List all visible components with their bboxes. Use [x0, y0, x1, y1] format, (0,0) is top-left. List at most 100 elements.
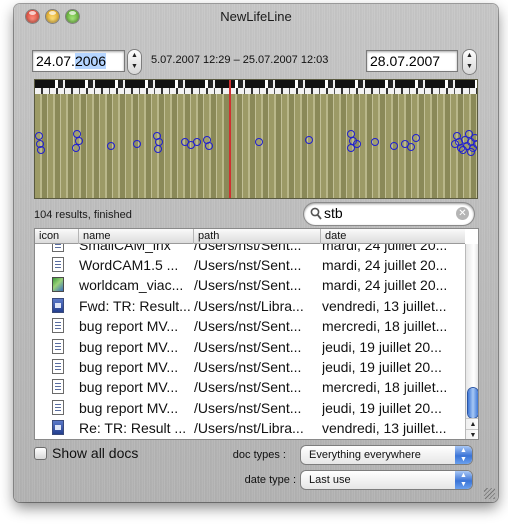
timeline-event-dot[interactable] [154, 145, 162, 153]
timeline-event-dot[interactable] [255, 138, 263, 146]
timeline-event-dot[interactable] [412, 134, 420, 142]
stepper-up-icon[interactable]: ▲ [128, 50, 141, 61]
visible-range-label: 5.07.2007 12:29 – 25.07.2007 12:03 [151, 54, 329, 66]
document-icon [52, 257, 64, 272]
row-path: /Users/nst/Sent... [194, 439, 319, 440]
column-header-name[interactable]: name [79, 229, 194, 244]
timeline-view[interactable] [34, 79, 478, 199]
column-header-icon[interactable]: icon [35, 229, 79, 244]
timeline-event-dot[interactable] [72, 144, 80, 152]
timeline-ruler [35, 80, 477, 88]
timeline-event-dot[interactable] [459, 146, 467, 154]
doc-types-value: Everything everywhere [309, 449, 421, 461]
row-name: WordCAM1.5 ... [79, 257, 179, 273]
row-icon-cell [35, 337, 77, 357]
show-all-docs-checkbox[interactable] [34, 447, 47, 460]
table-row[interactable]: WordCAM1.5 ... /Users/nst/Sent... mardi, 2… [35, 255, 465, 275]
document-icon [52, 338, 64, 354]
row-path: /Users/nst/Sent... [194, 399, 302, 416]
start-date-field[interactable]: 24.07.2006 [32, 50, 125, 72]
table-vertical-scrollbar[interactable]: ▲ ▼ [465, 244, 478, 439]
document-icon [52, 379, 64, 395]
results-table[interactable]: icon name path date SmallCAM_irix /Users… [34, 228, 479, 440]
start-date-year-selected: 2006 [74, 53, 107, 69]
row-date: mardi, 24 juillet 20... [322, 277, 448, 294]
app-window: NewLifeLine 24.07.2006 ▲ ▼ 5.07.2007 12:… [14, 4, 498, 502]
timeline-event-dot[interactable] [451, 140, 459, 148]
table-row[interactable]: bug report MV... /Users/nst/Sent... jeudi,… [35, 398, 465, 418]
timeline-event-dot[interactable] [133, 140, 141, 148]
row-icon-cell [35, 255, 77, 275]
stepper-up-icon[interactable]: ▲ [463, 50, 476, 61]
row-date: mercredi, 18 juillet... [322, 318, 448, 335]
timeline-event-dot[interactable] [37, 146, 45, 154]
row-path: /Users/nst/Sent... [194, 257, 302, 273]
row-date: mardi, 24 juillet 20... [322, 439, 467, 440]
row-icon-cell [35, 357, 77, 377]
title-bar[interactable]: NewLifeLine [14, 4, 498, 28]
row-icon-cell [35, 275, 77, 295]
clear-search-icon[interactable]: ✕ [456, 207, 469, 220]
row-date: vendredi, 13 juillet... [322, 420, 447, 437]
table-row[interactable]: CA functional .../Users/nst/Sent...mardi… [35, 439, 465, 440]
stepper-down-icon[interactable]: ▼ [463, 61, 476, 72]
scroll-down-icon[interactable]: ▼ [466, 429, 478, 439]
table-row[interactable]: bug report MV... /Users/nst/Sent... jeudi,… [35, 357, 465, 377]
results-status: 104 results, finished [34, 209, 132, 221]
timeline-event-dot[interactable] [107, 142, 115, 150]
row-path: /Users/nst/Sent... [194, 359, 302, 375]
table-row[interactable]: bug report MV... /Users/nst/Sent... jeudi,… [35, 337, 465, 357]
table-header: icon name path date [35, 229, 465, 244]
scrollbar-thumb[interactable] [468, 388, 478, 418]
date-type-value: Last use [309, 474, 351, 486]
select-arrows-icon: ▲ ▼ [455, 446, 472, 464]
search-field[interactable]: ✕ [304, 203, 474, 225]
column-header-path[interactable]: path [194, 229, 321, 244]
column-header-date[interactable]: date [321, 229, 465, 244]
row-icon-cell [35, 316, 77, 336]
table-row[interactable]: bug report MV... /Users/nst/Sent... mercre… [35, 377, 465, 397]
row-date: jeudi, 19 juillet 20... [322, 359, 442, 375]
timeline-event-dot[interactable] [371, 138, 379, 146]
table-row[interactable]: worldcam_viac... /Users/nst/Sent... mardi,… [35, 275, 465, 295]
table-row[interactable]: bug report MV... /Users/nst/Sent... mercre… [35, 316, 465, 336]
row-date: jeudi, 19 juillet 20... [322, 338, 442, 355]
scroll-up-icon[interactable]: ▲ [466, 418, 478, 429]
search-input[interactable] [324, 205, 444, 221]
doc-types-select[interactable]: Everything everywhere ▲ ▼ [301, 446, 472, 464]
row-name: Re: TR: Result ... [79, 420, 187, 437]
timeline-event-dot[interactable] [407, 143, 415, 151]
doc-types-label: doc types : [232, 449, 286, 461]
row-name: Fwd: TR: Result... [79, 297, 191, 314]
row-icon-cell [35, 439, 77, 440]
table-row[interactable]: Re: TR: Result ... /Users/nst/Libra... ven… [35, 418, 465, 438]
end-date-stepper[interactable]: ▲ ▼ [463, 50, 476, 74]
row-path: /Users/nst/Libra... [194, 420, 304, 437]
row-name: bug report MV... [79, 338, 179, 355]
timeline-event-dot[interactable] [473, 140, 477, 148]
row-icon-cell [35, 398, 77, 418]
timeline-event-dot[interactable] [193, 138, 201, 146]
row-date: jeudi, 19 juillet 20... [322, 399, 442, 416]
row-name: bug report MV... [79, 318, 179, 335]
end-date-field[interactable]: 28.07.2007 [366, 50, 458, 72]
row-path: /Users/nst/Sent... [194, 379, 302, 396]
timeline-event-dot[interactable] [205, 142, 213, 150]
timeline-event-dot[interactable] [353, 140, 361, 148]
date-type-label: date type : [244, 474, 296, 486]
table-row[interactable]: Fwd: TR: Result.../Users/nst/Libra... ven… [35, 296, 465, 316]
resize-grip-icon[interactable] [484, 488, 495, 499]
timeline-current-marker[interactable] [229, 80, 231, 198]
mail-icon [52, 297, 64, 313]
timeline-event-dot[interactable] [35, 132, 43, 140]
stepper-down-icon[interactable]: ▼ [128, 61, 141, 72]
timeline-event-dot[interactable] [305, 136, 313, 144]
date-type-select[interactable]: Last use ▲ ▼ [301, 471, 472, 489]
timeline-event-dot[interactable] [467, 148, 475, 156]
row-date: mardi, 24 juillet 20... [322, 257, 448, 273]
row-path: /Users/nst/Sent... [194, 338, 302, 355]
window-title: NewLifeLine [220, 9, 292, 24]
timeline-event-dot[interactable] [390, 142, 398, 150]
document-icon [52, 318, 64, 334]
start-date-stepper[interactable]: ▲ ▼ [128, 50, 141, 74]
